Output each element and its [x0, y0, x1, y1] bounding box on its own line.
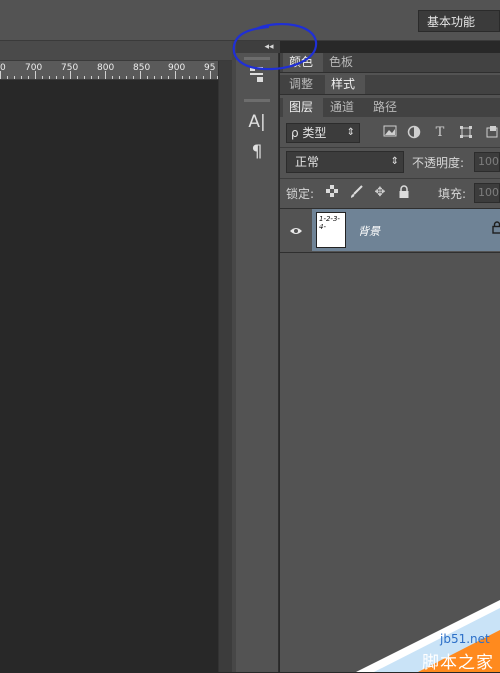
ruler-tick — [70, 71, 71, 79]
layer-filter-select[interactable]: ρ 类型 ⇕ — [286, 123, 360, 143]
layer-row-background[interactable]: 1-2-3-4- 背景 — [280, 209, 500, 251]
visibility-eye-icon[interactable] — [280, 209, 312, 251]
lock-transparent-pixels-icon[interactable] — [324, 185, 340, 201]
layer-thumbnail-text: 1-2-3-4- — [319, 215, 340, 231]
tab-styles[interactable]: 样式 — [325, 75, 365, 94]
ruler-tick — [28, 76, 29, 79]
ruler-tick — [21, 76, 22, 79]
ruler-tick — [84, 76, 85, 79]
smart-object-filter-icon[interactable] — [484, 125, 500, 141]
ruler-tick — [63, 76, 64, 79]
ruler-tick — [0, 71, 1, 79]
ruler-tick — [175, 71, 176, 79]
ruler-tick — [77, 76, 78, 79]
layers-panel-group: 颜色 色板 调整 样式 图层 通道 路径 ρ 类型 ⇕ T 正常 ⇕ 不透明度:… — [280, 53, 500, 672]
ruler-tick — [112, 76, 113, 79]
ruler-label: 850 — [133, 63, 151, 73]
ruler-tick — [196, 76, 197, 79]
ruler-tick — [35, 71, 36, 79]
image-filter-icon[interactable] — [382, 125, 398, 141]
ruler-tick — [189, 76, 190, 79]
character-icon[interactable]: A| — [246, 111, 268, 133]
lock-all-icon[interactable] — [396, 185, 412, 201]
tab-paths[interactable]: 路径 — [367, 98, 409, 117]
shape-filter-icon[interactable] — [458, 125, 474, 141]
ruler-tick — [147, 76, 148, 79]
ruler-tick — [133, 76, 134, 79]
ruler-tick — [182, 76, 183, 79]
blend-mode-value: 正常 — [295, 155, 320, 169]
select-arrow-icon: ⇕ — [346, 127, 355, 138]
ruler-tick — [49, 76, 50, 79]
opacity-field[interactable]: 100% — [474, 152, 500, 172]
workspace-switcher-button[interactable]: 基本功能 — [418, 10, 500, 32]
lock-label: 锁定: — [286, 187, 315, 201]
ruler-tick — [7, 76, 8, 79]
adjustments-tab-row: 调整 样式 — [280, 75, 500, 94]
type-filter-icon[interactable]: T — [432, 125, 448, 141]
tab-channels[interactable]: 通道 — [324, 98, 366, 117]
document-vertical-scrollbar[interactable] — [218, 61, 233, 672]
select-arrow-icon: ⇕ — [390, 156, 399, 167]
paragraph-icon[interactable]: ¶ — [246, 141, 268, 163]
ruler-tick — [98, 76, 99, 79]
divider — [280, 178, 500, 179]
lock-position-icon[interactable]: ✥ — [372, 185, 388, 201]
ink-circle-annotation — [232, 22, 318, 71]
filter-label: ρ 类型 — [291, 126, 327, 140]
fill-field[interactable]: 100% — [474, 183, 500, 203]
tab-layers[interactable]: 图层 — [283, 98, 323, 117]
strip-grip[interactable] — [244, 99, 270, 102]
ruler-tick — [203, 76, 204, 79]
ruler-tick — [161, 76, 162, 79]
lock-image-pixels-icon[interactable] — [348, 185, 364, 201]
watermark-site: jb51.net — [440, 632, 490, 646]
opacity-label: 不透明度: — [412, 156, 465, 170]
ruler-tick — [119, 76, 120, 79]
ruler-tick — [42, 76, 43, 79]
watermark-name: 脚本之家 — [422, 653, 494, 673]
layer-name[interactable]: 背景 — [358, 223, 380, 239]
document-tab-strip — [0, 41, 232, 61]
divider — [280, 147, 500, 148]
ruler-tick — [14, 76, 15, 79]
adjustment-filter-icon[interactable] — [406, 125, 422, 141]
ruler-label: 900 — [168, 63, 186, 73]
ruler-tick — [126, 76, 127, 79]
ruler-tick — [105, 71, 106, 79]
canvas-area[interactable] — [0, 80, 218, 672]
collapsed-panel-strip: A| ¶ — [236, 53, 279, 672]
ruler-tick — [56, 76, 57, 79]
ruler-label: 700 — [25, 63, 43, 73]
horizontal-ruler[interactable]: 0 700 750 800 850 900 95 — [0, 61, 218, 80]
layer-thumbnail: 1-2-3-4- — [316, 212, 346, 248]
divider — [280, 94, 500, 95]
fill-label: 填充: — [438, 187, 467, 201]
ruler-tick — [210, 71, 211, 79]
ruler-tick — [140, 71, 141, 79]
ruler-tick — [168, 76, 169, 79]
layer-lock-icon — [492, 221, 500, 237]
divider — [280, 252, 500, 253]
tab-swatches[interactable]: 色板 — [323, 53, 363, 72]
layers-tab-row: 图层 通道 路径 — [280, 98, 500, 117]
blend-mode-select[interactable]: 正常 ⇕ — [286, 151, 404, 173]
tab-adjustments[interactable]: 调整 — [283, 75, 323, 94]
ruler-tick — [91, 76, 92, 79]
ruler-tick — [154, 76, 155, 79]
